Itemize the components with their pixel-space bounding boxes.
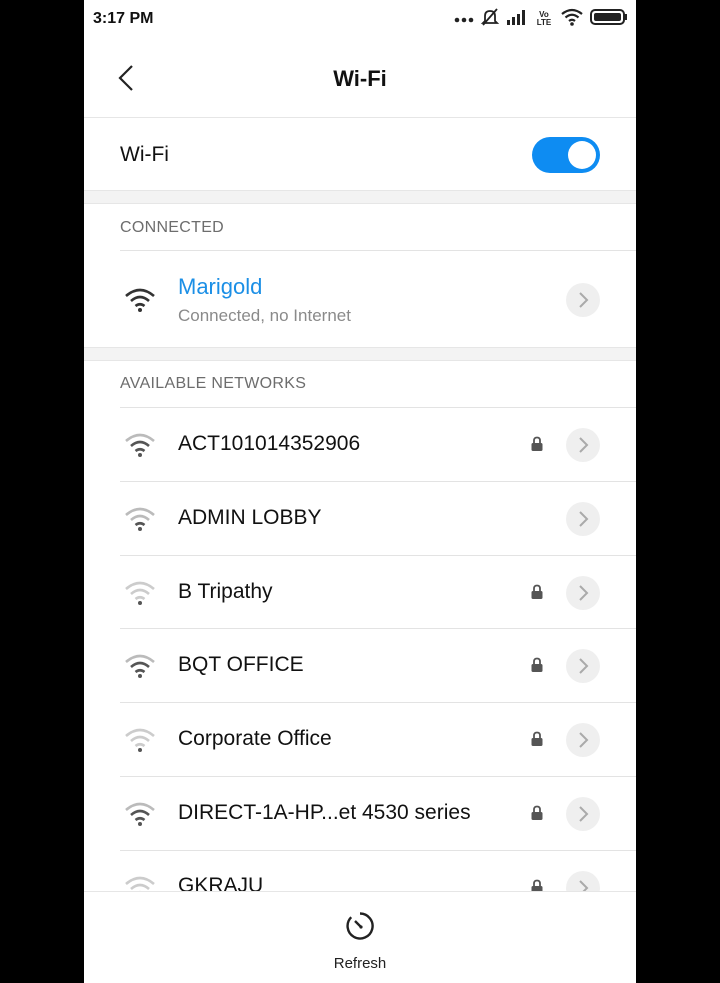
lock-icon	[531, 584, 543, 599]
chevron-right-icon	[579, 511, 589, 527]
volte-icon: Vo LTE	[536, 10, 552, 27]
wifi-signal-icon	[125, 433, 155, 457]
divider	[120, 776, 636, 777]
divider	[120, 702, 636, 703]
wifi-toggle-label: Wi-Fi	[120, 143, 169, 166]
refresh-icon	[346, 912, 374, 940]
divider	[120, 555, 636, 556]
wifi-signal-icon	[125, 654, 155, 678]
toggle-knob	[568, 141, 596, 169]
wifi-status-icon	[560, 8, 584, 31]
muted-bell-icon	[480, 7, 500, 32]
available-section-label: AVAILABLE NETWORKS	[120, 375, 307, 392]
chevron-right-icon	[579, 437, 589, 453]
app-header: Wi-Fi	[84, 40, 636, 118]
lock-icon	[531, 731, 543, 746]
network-details-button[interactable]	[566, 283, 600, 317]
network-details-button[interactable]	[566, 649, 600, 683]
refresh-label: Refresh	[333, 955, 387, 972]
network-name: ADMIN LOBBY	[178, 506, 322, 529]
refresh-button[interactable]: Refresh	[320, 908, 400, 972]
divider	[120, 628, 636, 629]
chevron-right-icon	[579, 806, 589, 822]
chevron-right-icon	[579, 732, 589, 748]
chevron-right-icon	[579, 292, 589, 308]
more-dots-icon	[454, 10, 474, 28]
network-name: B Tripathy	[178, 580, 273, 603]
phone-screen: 3:17 PM Vo LTE Wi-Fi Wi-Fi CONNECTED Mar…	[84, 0, 636, 983]
network-name: BQT OFFICE	[178, 653, 304, 676]
network-details-button[interactable]	[566, 576, 600, 610]
bottom-action-bar: Refresh	[84, 891, 636, 983]
wifi-signal-full-icon	[125, 288, 155, 312]
wifi-signal-icon	[125, 802, 155, 826]
status-icons: Vo LTE	[454, 7, 628, 32]
wifi-signal-icon	[125, 507, 155, 531]
section-gap	[84, 347, 636, 361]
wifi-signal-icon	[125, 728, 155, 752]
network-name: Corporate Office	[178, 727, 332, 750]
network-details-button[interactable]	[566, 428, 600, 462]
status-bar: 3:17 PM Vo LTE	[84, 0, 636, 40]
wifi-toggle-switch[interactable]	[532, 137, 600, 173]
lock-icon	[531, 436, 543, 451]
lock-icon	[531, 657, 543, 672]
wifi-toggle-row: Wi-Fi	[84, 118, 636, 190]
page-title: Wi-Fi	[333, 66, 387, 91]
divider	[120, 250, 636, 251]
divider	[120, 481, 636, 482]
chevron-right-icon	[579, 658, 589, 674]
connected-network-status: Connected, no Internet	[178, 306, 351, 325]
network-details-button[interactable]	[566, 723, 600, 757]
connected-network-name: Marigold	[178, 274, 263, 299]
network-name: DIRECT-1A-HP...et 4530 series	[178, 801, 471, 824]
connected-section-label: CONNECTED	[120, 219, 225, 236]
chevron-right-icon	[579, 585, 589, 601]
network-details-button[interactable]	[566, 797, 600, 831]
section-gap	[84, 190, 636, 204]
signal-icon	[506, 9, 528, 30]
network-details-button[interactable]	[566, 502, 600, 536]
wifi-signal-icon	[125, 581, 155, 605]
divider	[120, 407, 636, 408]
battery-icon	[590, 8, 628, 31]
status-time: 3:17 PM	[93, 10, 154, 27]
network-name: ACT101014352906	[178, 432, 361, 455]
divider	[120, 850, 636, 851]
lock-icon	[531, 805, 543, 820]
